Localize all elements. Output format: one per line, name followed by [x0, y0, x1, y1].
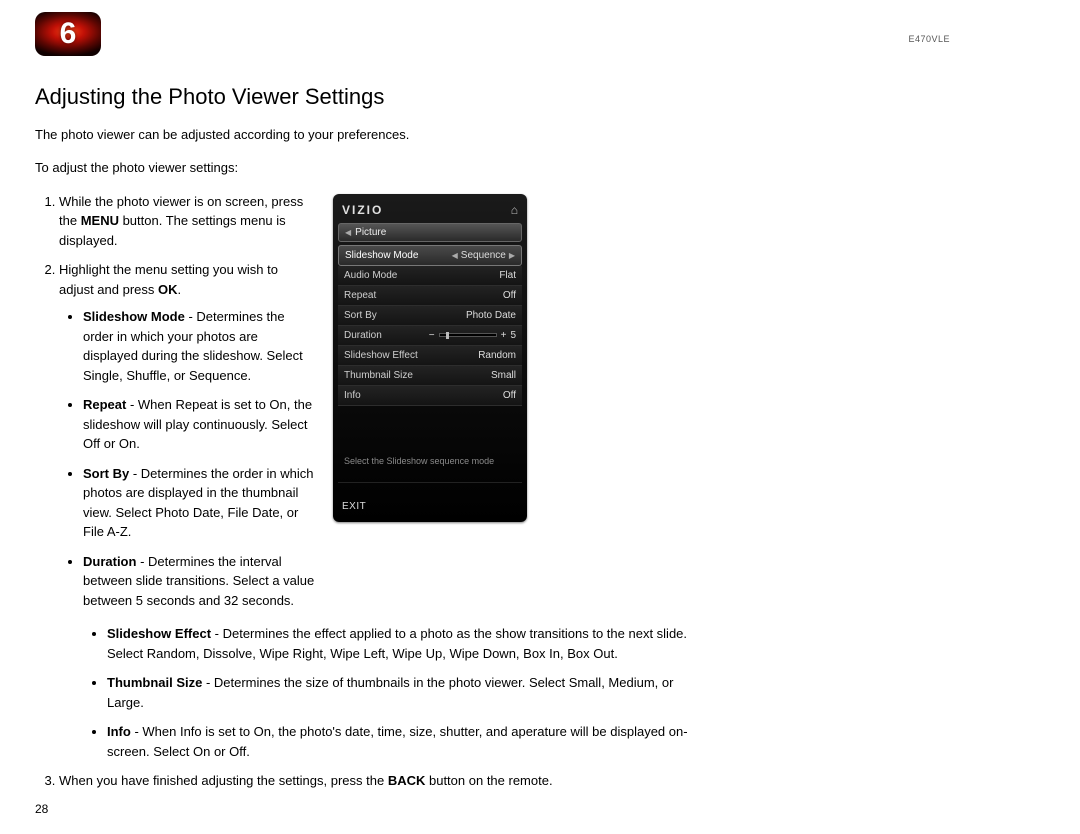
option-slideshow-mode: Slideshow Mode - Determines the order in… [83, 307, 315, 385]
plus-icon: + [501, 330, 507, 341]
home-icon: ⌂ [511, 203, 518, 217]
options-list-wide: Slideshow Effect - Determines the effect… [83, 624, 703, 761]
left-arrow-icon: ◀ [452, 251, 458, 260]
osd-breadcrumb: ◀ Picture [338, 223, 522, 242]
page-number: 28 [35, 802, 48, 816]
osd-row-duration[interactable]: Duration − + 5 [338, 326, 522, 346]
model-number: E470VLE [908, 34, 950, 44]
steps-list-continued: When you have finished adjusting the set… [35, 771, 735, 791]
osd-exit[interactable]: EXIT [338, 482, 522, 514]
osd-row-audio-mode[interactable]: Audio Mode Flat [338, 266, 522, 286]
step-2: Highlight the menu setting you wish to a… [59, 260, 315, 610]
duration-slider[interactable] [439, 333, 497, 337]
chapter-number: 6 [60, 17, 77, 51]
osd-hint: Select the Slideshow sequence mode [338, 406, 522, 476]
option-repeat: Repeat - When Repeat is set to On, the s… [83, 395, 315, 454]
option-sort-by: Sort By - Determines the order in which … [83, 464, 315, 542]
minus-icon: − [429, 330, 435, 341]
steps-list: While the photo viewer is on screen, pre… [35, 192, 315, 611]
osd-row-thumbnail[interactable]: Thumbnail Size Small [338, 366, 522, 386]
osd-logo: VIZIO [342, 203, 383, 217]
right-arrow-icon: ▶ [509, 251, 515, 260]
step-3: When you have finished adjusting the set… [59, 771, 735, 791]
osd-row-effect[interactable]: Slideshow Effect Random [338, 346, 522, 366]
option-thumbnail-size: Thumbnail Size - Determines the size of … [107, 673, 703, 712]
osd-row-slideshow-mode[interactable]: Slideshow Mode ◀Sequence▶ [338, 245, 522, 266]
step-1: While the photo viewer is on screen, pre… [59, 192, 315, 251]
osd-row-info[interactable]: Info Off [338, 386, 522, 406]
options-list-narrow: Slideshow Mode - Determines the order in… [59, 307, 315, 610]
chapter-badge: 6 [35, 12, 101, 56]
section-title: Adjusting the Photo Viewer Settings [35, 84, 1045, 110]
intro-paragraph-2: To adjust the photo viewer settings: [35, 159, 1045, 178]
tv-osd-menu: VIZIO ⌂ ◀ Picture Slideshow Mode ◀Sequen… [333, 194, 527, 522]
option-duration: Duration - Determines the interval betwe… [83, 552, 315, 611]
intro-paragraph-1: The photo viewer can be adjusted accordi… [35, 126, 1045, 145]
osd-row-repeat[interactable]: Repeat Off [338, 286, 522, 306]
option-info: Info - When Info is set to On, the photo… [107, 722, 703, 761]
back-arrow-icon: ◀ [345, 228, 351, 237]
osd-row-sort-by[interactable]: Sort By Photo Date [338, 306, 522, 326]
option-slideshow-effect: Slideshow Effect - Determines the effect… [107, 624, 703, 663]
